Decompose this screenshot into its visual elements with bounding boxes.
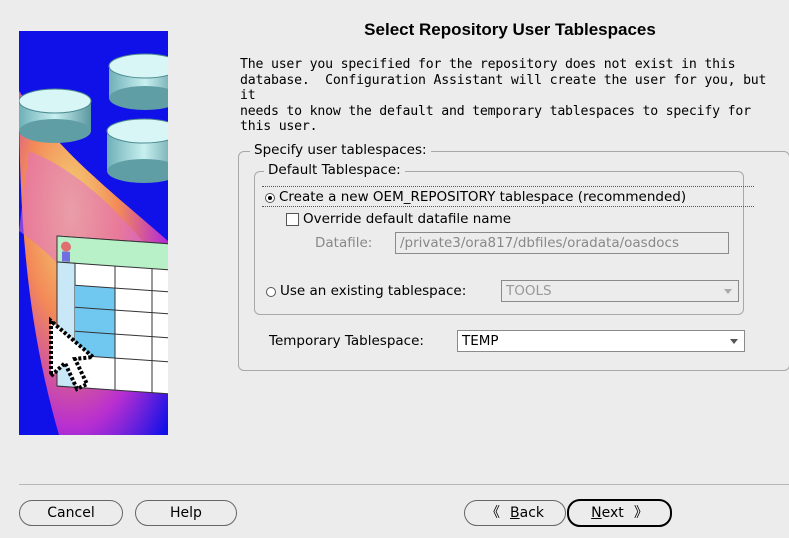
button-separator [19,484,789,485]
existing-tablespace-select[interactable]: TOOLS [501,280,739,302]
focus-indicator-bottom [262,206,754,207]
help-button[interactable]: Help [135,500,237,526]
datafile-input[interactable]: /private3/ora817/dbfiles/oradata/oasdocs [395,232,729,254]
existing-tablespace-value: TOOLS [506,283,552,299]
use-existing-tablespace-radio[interactable] [266,287,276,297]
use-existing-tablespace-label[interactable]: Use an existing tablespace: [280,283,466,299]
default-tablespace-legend: Default Tablespace: [264,162,405,178]
create-new-tablespace-radio[interactable] [265,193,275,203]
override-datafile-checkbox[interactable] [286,213,299,226]
wizard-illustration [19,31,168,435]
database-table-illustration [19,53,168,435]
temporary-tablespace-label: Temporary Tablespace: [269,333,424,349]
chevron-down-icon [730,339,738,344]
back-button[interactable]: 《 Back [464,500,566,526]
chevron-down-icon [724,289,732,294]
back-arrow-icon: 《 [486,505,500,521]
focus-indicator-top [262,186,754,187]
description-text: The user you specified for the repositor… [240,57,767,134]
specify-tablespaces-legend: Specify user tablespaces: [250,142,431,158]
override-datafile-label[interactable]: Override default datafile name [303,211,511,227]
next-button[interactable]: Next 》 [567,499,672,527]
temporary-tablespace-select[interactable]: TEMP [457,330,745,352]
database-icon [108,53,168,110]
create-new-tablespace-label[interactable]: Create a new OEM_REPOSITORY tablespace (… [279,189,686,205]
dialog: Select Repository User Tablespaces The u… [0,0,789,538]
temporary-tablespace-value: TEMP [462,333,499,349]
page-title: Select Repository User Tablespaces [364,20,656,39]
datafile-label: Datafile: [315,235,373,251]
next-arrow-icon: 》 [633,505,648,521]
cancel-button[interactable]: Cancel [19,500,123,526]
